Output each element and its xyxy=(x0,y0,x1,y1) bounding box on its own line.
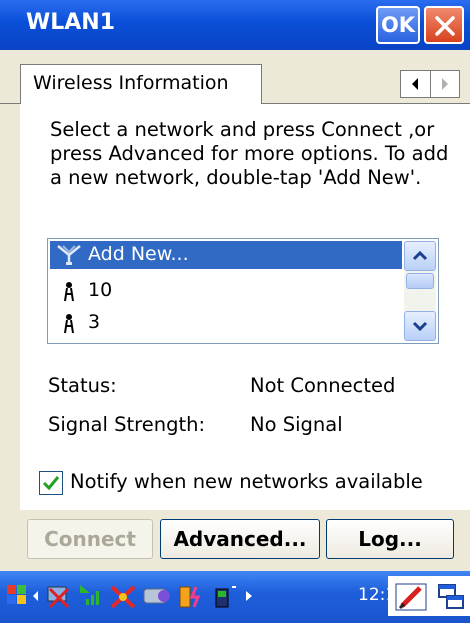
tab-scroll-control xyxy=(400,70,460,98)
network-disconnected-icon[interactable] xyxy=(44,579,74,613)
ok-button[interactable]: OK xyxy=(376,6,420,44)
scroll-thumb[interactable] xyxy=(406,273,434,289)
tab-wireless-information[interactable]: Wireless Information xyxy=(20,64,262,104)
list-scrollbar[interactable] xyxy=(404,241,436,341)
sync-device-icon[interactable] xyxy=(140,579,174,613)
taskbar-tool-area xyxy=(388,576,470,616)
notify-checkbox[interactable] xyxy=(39,471,63,495)
network-list[interactable]: Add New... 10 3 xyxy=(47,238,439,344)
close-icon xyxy=(435,16,455,36)
tab-divider xyxy=(0,103,20,104)
list-item-label: Add New... xyxy=(88,243,189,265)
list-item-label: 10 xyxy=(88,279,113,301)
scroll-up-button[interactable] xyxy=(404,241,436,271)
signal-strength-label: Signal Strength: xyxy=(48,413,206,436)
access-point-icon xyxy=(64,314,74,334)
chevron-up-icon xyxy=(412,250,428,261)
tray-scroll-left-icon[interactable] xyxy=(30,579,40,613)
signal-strength-value: No Signal xyxy=(250,413,343,436)
advanced-button[interactable]: Advanced... xyxy=(160,519,320,559)
tab-scroll-right-button[interactable] xyxy=(431,71,459,97)
taskbar: 12:19 PM xyxy=(0,571,470,623)
instructions-text: Select a network and press Connect ,or p… xyxy=(50,118,449,189)
switch-windows-icon[interactable] xyxy=(436,582,466,612)
title-bar: WLAN1 OK xyxy=(0,0,470,50)
notify-label[interactable]: Notify when new networks available xyxy=(70,470,423,493)
wireless-off-icon[interactable] xyxy=(106,579,140,613)
scroll-down-button[interactable] xyxy=(404,311,436,341)
list-item-network[interactable]: 10 xyxy=(50,277,402,305)
battery-charging-icon[interactable] xyxy=(176,579,210,613)
list-item-network[interactable]: 3 xyxy=(50,309,402,337)
checkmark-icon xyxy=(42,476,60,491)
tab-label: Wireless Information xyxy=(33,72,229,94)
status-label: Status: xyxy=(48,374,117,397)
connect-button[interactable]: Connect xyxy=(27,519,153,559)
antenna-icon xyxy=(57,245,81,265)
tab-scroll-left-button[interactable] xyxy=(401,71,431,97)
window-title: WLAN1 xyxy=(26,10,116,35)
tray-expand-icon[interactable] xyxy=(243,579,255,613)
chevron-down-icon xyxy=(412,321,428,332)
close-button[interactable] xyxy=(424,6,464,44)
list-item-add-new[interactable]: Add New... xyxy=(50,241,402,269)
pen-input-icon[interactable] xyxy=(394,582,428,612)
triangle-right-icon xyxy=(442,78,448,90)
phone-signal-icon[interactable] xyxy=(210,579,244,613)
log-button[interactable]: Log... xyxy=(326,519,454,559)
status-value: Not Connected xyxy=(250,374,396,397)
list-item-label: 3 xyxy=(88,311,101,333)
access-point-icon xyxy=(64,282,74,302)
signal-bars-icon[interactable] xyxy=(76,579,104,613)
triangle-left-icon xyxy=(412,78,418,90)
start-flag-icon[interactable] xyxy=(4,579,30,613)
